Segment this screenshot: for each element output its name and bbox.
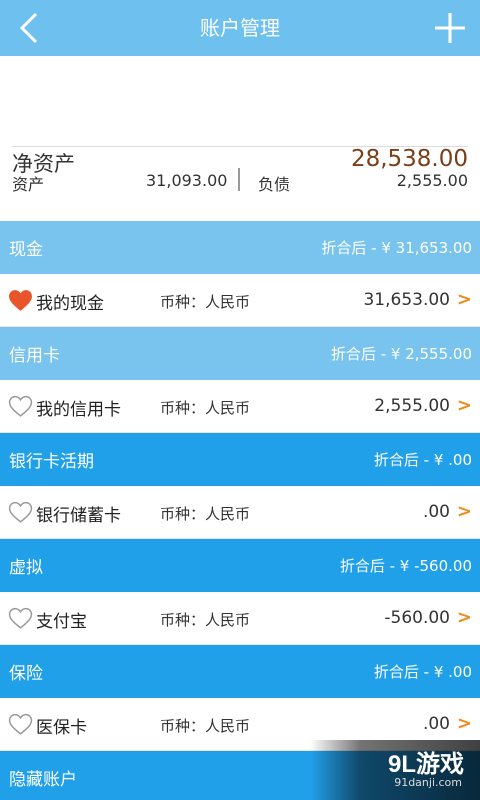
account-name: 银行储蓄卡 xyxy=(36,506,121,526)
account-currency: 币种：人民币 xyxy=(160,399,251,417)
account-amount: 31,653.00 xyxy=(363,290,450,310)
liabilities-value: 2,555.00 xyxy=(396,171,468,190)
watermark-url: 91danji.com xyxy=(394,776,462,789)
chevron-right-icon: > xyxy=(456,289,472,310)
account-row[interactable]: 支付宝 币种：人民币 -560.00 > xyxy=(0,592,480,645)
account-name: 支付宝 xyxy=(36,612,87,632)
account-name: 我的现金 xyxy=(36,294,104,314)
chevron-right-icon: > xyxy=(456,501,472,522)
group-total: 折合后 - ¥ 2,555.00 xyxy=(330,345,472,363)
group-name: 隐藏账户 xyxy=(9,770,77,790)
liabilities-label: 负债 xyxy=(258,175,291,194)
heart-outline-icon[interactable] xyxy=(8,501,33,524)
account-row[interactable]: 银行储蓄卡 币种：人民币 .00 > xyxy=(0,486,480,539)
account-currency: 币种：人民币 xyxy=(160,611,251,629)
group-name: 虚拟 xyxy=(9,558,43,578)
assets-label: 资产 xyxy=(12,175,45,194)
heart-outline-icon[interactable] xyxy=(8,395,33,418)
divider xyxy=(238,168,240,191)
group-total: 折合后 - ¥ .00 xyxy=(373,451,472,469)
group-total: 折合后 - ¥ 31,653.00 xyxy=(321,239,472,257)
watermark: 9L游戏 91danji.com xyxy=(310,740,480,800)
assets-value: 31,093.00 xyxy=(146,171,228,190)
divider xyxy=(12,146,468,147)
heart-outline-icon[interactable] xyxy=(8,607,33,630)
group-header-bank-card[interactable]: 银行卡活期 折合后 - ¥ .00 xyxy=(0,433,480,486)
group-name: 信用卡 xyxy=(9,346,60,366)
summary-panel: 净资产 28,538.00 xyxy=(0,56,480,221)
account-amount: .00 xyxy=(422,714,450,734)
group-header-cash[interactable]: 现金 折合后 - ¥ 31,653.00 xyxy=(0,221,480,274)
heart-outline-icon[interactable] xyxy=(8,713,33,736)
chevron-right-icon: > xyxy=(456,607,472,628)
group-name: 银行卡活期 xyxy=(9,452,94,472)
group-name: 保险 xyxy=(9,664,43,684)
chevron-right-icon: > xyxy=(456,713,472,734)
account-amount: -560.00 xyxy=(384,608,450,628)
group-total: 折合后 - ¥ .00 xyxy=(373,663,472,681)
account-amount: .00 xyxy=(422,502,450,522)
group-header-credit-card[interactable]: 信用卡 折合后 - ¥ 2,555.00 xyxy=(0,327,480,380)
chevron-right-icon: > xyxy=(456,395,472,416)
account-name: 我的信用卡 xyxy=(36,400,121,420)
group-total: 折合后 - ¥ -560.00 xyxy=(339,557,472,575)
heart-filled-icon[interactable] xyxy=(8,289,33,312)
group-header-insurance[interactable]: 保险 折合后 - ¥ .00 xyxy=(0,645,480,698)
account-currency: 币种：人民币 xyxy=(160,717,251,735)
title-bar: 账户管理 xyxy=(0,0,480,56)
account-currency: 币种：人民币 xyxy=(160,505,251,523)
net-assets-value: 28,538.00 xyxy=(350,146,468,172)
group-name: 现金 xyxy=(9,240,43,260)
account-row[interactable]: 我的现金 币种：人民币 31,653.00 > xyxy=(0,274,480,327)
account-amount: 2,555.00 xyxy=(374,396,450,416)
account-groups: 现金 折合后 - ¥ 31,653.00 我的现金 币种：人民币 31,653.… xyxy=(0,221,480,800)
page-title: 账户管理 xyxy=(200,16,280,40)
account-row[interactable]: 我的信用卡 币种：人民币 2,555.00 > xyxy=(0,380,480,433)
plus-icon[interactable] xyxy=(432,10,468,46)
group-header-virtual[interactable]: 虚拟 折合后 - ¥ -560.00 xyxy=(0,539,480,592)
account-currency: 币种：人民币 xyxy=(160,293,251,311)
watermark-logo: 9L游戏 xyxy=(387,751,464,778)
account-name: 医保卡 xyxy=(36,718,87,738)
